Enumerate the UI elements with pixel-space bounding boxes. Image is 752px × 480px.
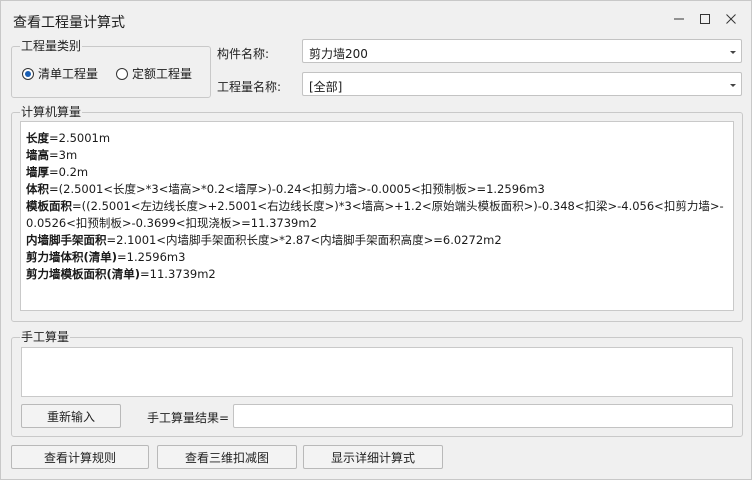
show-detail-formula-button[interactable]: 显示详细计算式 (303, 445, 443, 469)
calc-line: 内墙脚手架面积=2.1001<内墙脚手架面积长度>*2.87<内墙脚手架面积高度… (26, 232, 726, 249)
calc-line-key: 体积 (26, 182, 49, 196)
radio-bill-quantity[interactable]: 清单工程量 (22, 65, 98, 82)
manual-result-label: 手工算量结果= (147, 411, 230, 425)
calc-line-expr: =1.2596m3 (117, 250, 186, 264)
close-button[interactable] (717, 7, 745, 31)
calc-line-expr: =11.3739m2 (140, 267, 216, 281)
quantity-type-legend: 工程量类别 (20, 38, 83, 54)
dialog-window: 查看工程量计算式 工程量类别 清单工程量 定额工程量 构件名称: 剪力墙200 … (0, 0, 752, 480)
manual-result-input[interactable] (233, 404, 733, 428)
manual-calc-textarea[interactable] (21, 347, 733, 397)
calc-line-expr: =((2.5001<左边线长度>+2.5001<右边线长度>)*3<墙高>+1.… (26, 199, 724, 230)
radio-bill-quantity-label: 清单工程量 (38, 67, 99, 81)
chevron-down-icon (730, 84, 736, 87)
calc-line-key: 墙高 (26, 148, 49, 162)
quantity-name-value: [全部] (309, 80, 343, 94)
calc-line: 剪力墙体积(清单)=1.2596m3 (26, 249, 726, 266)
calc-line-key: 剪力墙体积(清单) (26, 250, 118, 264)
maximize-button[interactable] (691, 7, 719, 31)
chevron-down-icon (730, 51, 736, 54)
calc-line-expr: =0.2m (49, 165, 89, 179)
calc-line-key: 内墙脚手架面积 (26, 233, 107, 247)
minimize-button[interactable] (665, 7, 693, 31)
quantity-name-label: 工程量名称: (217, 80, 282, 94)
maximize-icon (700, 14, 710, 24)
calc-line-expr: =3m (49, 148, 78, 162)
computer-calc-legend: 计算机算量 (20, 104, 83, 120)
calc-line-key: 墙厚 (26, 165, 49, 179)
radio-checked-icon (22, 67, 34, 80)
computer-calc-textarea[interactable]: 长度=2.5001m 墙高=3m 墙厚=0.2m 体积=(2.5001<长度>*3<墙… (20, 121, 734, 311)
calc-line: 墙高=3m (26, 147, 726, 164)
quantity-type-group: 工程量类别 清单工程量 定额工程量 (11, 38, 211, 98)
quantity-name-select[interactable]: [全部] (302, 72, 742, 96)
minimize-icon (674, 18, 684, 20)
title-bar[interactable]: 查看工程量计算式 (1, 1, 751, 39)
component-name-label: 构件名称: (217, 47, 270, 61)
calc-line-expr: =2.1001<内墙脚手架面积长度>*2.87<内墙脚手架面积高度>=6.027… (106, 233, 502, 247)
calc-line: 墙厚=0.2m (26, 164, 726, 181)
view-rules-button[interactable]: 查看计算规则 (11, 445, 149, 469)
calc-line-key: 剪力墙模板面积(清单) (26, 267, 141, 281)
calc-line: 剪力墙模板面积(清单)=11.3739m2 (26, 266, 726, 283)
radio-quota-quantity-label: 定额工程量 (132, 67, 193, 81)
calc-lines: 长度=2.5001m 墙高=3m 墙厚=0.2m 体积=(2.5001<长度>*3<墙… (26, 130, 726, 283)
calc-line: 长度=2.5001m (26, 130, 726, 147)
manual-calc-legend: 手工算量 (20, 329, 71, 345)
calc-line: 模板面积=((2.5001<左边线长度>+2.5001<右边线长度>)*3<墙高… (26, 198, 726, 232)
calc-line-expr: =2.5001m (49, 131, 111, 145)
calc-line-key: 长度 (26, 131, 49, 145)
view-3d-deduction-button[interactable]: 查看三维扣减图 (157, 445, 297, 469)
reenter-button[interactable]: 重新输入 (21, 404, 121, 428)
calc-line: 体积=(2.5001<长度>*3<墙高>*0.2<墙厚>)-0.24<扣剪力墙>… (26, 181, 726, 198)
component-name-value: 剪力墙200 (309, 47, 368, 61)
component-name-select[interactable]: 剪力墙200 (302, 39, 742, 63)
calc-line-key: 模板面积 (26, 199, 72, 213)
close-icon (726, 14, 736, 24)
radio-quota-quantity[interactable]: 定额工程量 (116, 65, 192, 82)
computer-calc-group: 计算机算量 长度=2.5001m 墙高=3m 墙厚=0.2m 体积=(2.5001<长… (11, 104, 743, 322)
radio-unchecked-icon (116, 67, 128, 80)
calc-line-expr: =(2.5001<长度>*3<墙高>*0.2<墙厚>)-0.24<扣剪力墙>-0… (49, 182, 545, 196)
manual-calc-group: 手工算量 重新输入 手工算量结果= (11, 329, 743, 437)
window-title: 查看工程量计算式 (13, 15, 125, 31)
